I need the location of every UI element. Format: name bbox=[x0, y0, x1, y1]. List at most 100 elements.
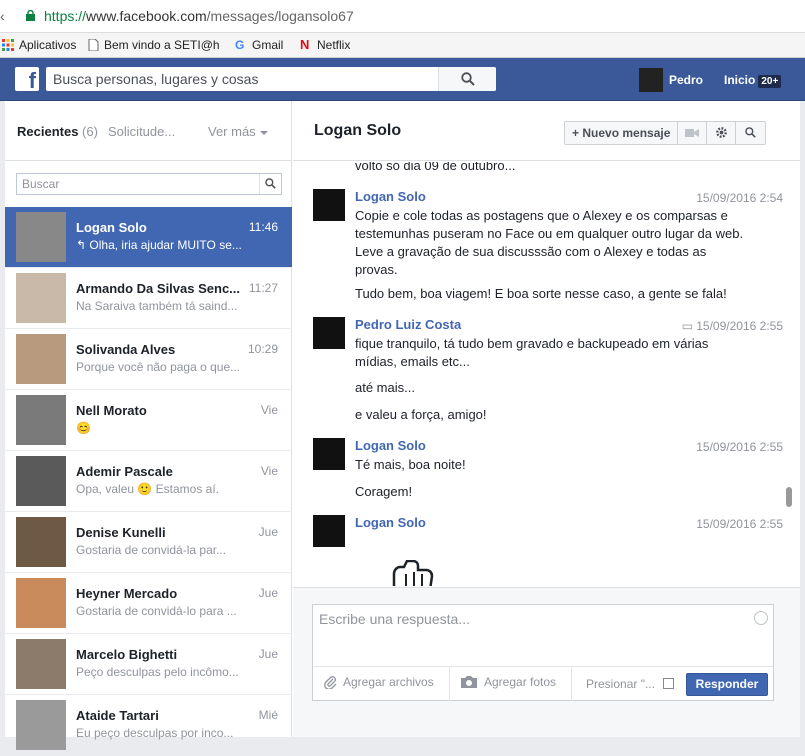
conversation-header: Logan Solo + Nuevo mensaje bbox=[293, 101, 800, 161]
url-text[interactable]: https://www.facebook.com/messages/logans… bbox=[44, 8, 354, 24]
thread-time: Jue bbox=[258, 525, 278, 539]
conversation-title[interactable]: Logan Solo bbox=[314, 122, 401, 140]
message-text: e valeu a força, amigo! bbox=[355, 407, 487, 422]
facebook-header: f Busca personas, lugares y cosas Pedro … bbox=[0, 58, 805, 101]
avatar bbox=[16, 456, 66, 506]
new-message-label: Nuevo mensaje bbox=[582, 126, 671, 140]
thread-item[interactable]: Marcelo Bighetti Jue Peço desculpas pelo… bbox=[5, 634, 292, 695]
url-path: /messages/logansolo67 bbox=[206, 8, 354, 24]
video-camera-icon bbox=[685, 129, 700, 137]
reply-button[interactable]: Responder bbox=[686, 673, 768, 696]
bookmark-label: Aplicativos bbox=[19, 38, 77, 52]
bookmark-netflix[interactable]: N Netflix bbox=[300, 37, 350, 53]
thread-name: Ademir Pascale bbox=[76, 464, 173, 479]
plus-icon: + bbox=[572, 126, 583, 140]
avatar[interactable] bbox=[313, 317, 345, 349]
tab-requests[interactable]: Solicitude... bbox=[108, 124, 175, 139]
sender-name[interactable]: Logan Solo bbox=[355, 515, 426, 530]
emoji-icon[interactable] bbox=[754, 611, 768, 625]
divider bbox=[449, 667, 450, 701]
thread-item[interactable]: Logan Solo 11:46 ↰ Olha, iria ajudar MUI… bbox=[5, 207, 292, 268]
lock-icon bbox=[26, 10, 35, 21]
camera-icon bbox=[461, 676, 477, 688]
page-icon bbox=[88, 39, 99, 51]
thread-snippet: Eu peço desculpas por inco... bbox=[76, 726, 234, 740]
search-icon bbox=[265, 178, 276, 189]
browser-address-bar[interactable]: ‹ https://www.facebook.com/messages/loga… bbox=[0, 0, 805, 33]
bookmark-seti[interactable]: Bem vindo a SETI@hc bbox=[87, 37, 220, 53]
global-search-input[interactable]: Busca personas, lugares y cosas bbox=[46, 67, 496, 91]
bookmark-gmail[interactable]: G Gmail bbox=[235, 37, 283, 53]
facebook-logo[interactable]: f bbox=[15, 67, 39, 91]
sender-name[interactable]: Pedro Luiz Costa bbox=[355, 317, 461, 332]
thread-snippet: Gostaria de convidá-la par... bbox=[76, 543, 227, 557]
video-call-button[interactable] bbox=[678, 122, 708, 144]
avatar bbox=[16, 578, 66, 628]
profile-link[interactable]: Pedro bbox=[639, 68, 703, 92]
tab-recent-count: (6) bbox=[82, 124, 98, 139]
thread-time: 10:29 bbox=[247, 342, 278, 356]
thread-item[interactable]: Nell Morato Vie 😊 bbox=[5, 390, 292, 451]
thread-tabs: Recientes (6) Solicitude... Ver más bbox=[5, 101, 291, 161]
composer-toolbar: Agregar archivos Agregar fotos Presionar… bbox=[313, 666, 773, 701]
message-text: fique tranquilo, tá tudo bem gravado e b… bbox=[355, 336, 709, 369]
tab-more[interactable]: Ver más bbox=[208, 124, 268, 139]
message-timestamp-text: 15/09/2016 2:55 bbox=[696, 319, 783, 333]
message-group: Logan Solo 15/09/2016 2:55 Té mais, boa … bbox=[293, 438, 793, 499]
attach-files-button[interactable]: Agregar archivos bbox=[323, 675, 434, 689]
thread-item[interactable]: Denise Kunelli Jue Gostaria de convidá-l… bbox=[5, 512, 292, 573]
thread-search-input[interactable]: Buscar bbox=[16, 173, 282, 195]
avatar[interactable] bbox=[313, 438, 345, 470]
avatar bbox=[639, 68, 663, 92]
message-text: Tudo bem, boa viagem! E boa sorte nesse … bbox=[355, 286, 727, 301]
reply-input[interactable]: Escribe una respuesta... bbox=[319, 611, 470, 627]
message-list: volto só dia 09 de outubro... Logan Solo… bbox=[293, 162, 800, 586]
thread-item[interactable]: Armando Da Silvas Senc... 11:27 Na Sarai… bbox=[5, 268, 292, 329]
divider bbox=[571, 667, 572, 701]
chevron-down-icon bbox=[259, 130, 268, 135]
back-arrow-icon[interactable]: ‹ bbox=[0, 8, 10, 24]
avatar[interactable] bbox=[313, 515, 345, 547]
thread-search-button[interactable] bbox=[259, 174, 281, 194]
message-timestamp: 15/09/2016 2:54 bbox=[696, 191, 783, 205]
thread-snippet: Na Saraiva também tá saind... bbox=[76, 299, 238, 313]
sender-name[interactable]: Logan Solo bbox=[355, 438, 426, 453]
thread-item[interactable]: Ataide Tartari Mié Eu peço desculpas por… bbox=[5, 695, 292, 756]
avatar bbox=[16, 517, 66, 567]
thread-item[interactable]: Solivanda Alves 10:29 Porque você não pa… bbox=[5, 329, 292, 390]
url-protocol: https:// bbox=[44, 8, 87, 24]
thread-item[interactable]: Ademir Pascale Vie Opa, valeu 🙂 Estamos … bbox=[5, 451, 292, 512]
avatar[interactable] bbox=[313, 189, 345, 221]
bookmark-apps[interactable]: Aplicativos bbox=[2, 37, 76, 53]
thread-item[interactable]: Heyner Mercado Jue Gostaria de convidá-l… bbox=[5, 573, 292, 634]
message-text: até mais... bbox=[355, 380, 415, 395]
thread-snippet: Gostaria de convidá-lo para ... bbox=[76, 604, 237, 618]
message-timestamp: ▭ 15/09/2016 2:55 bbox=[682, 319, 783, 333]
search-button[interactable] bbox=[438, 67, 496, 91]
bookmark-label: Gmail bbox=[252, 38, 284, 52]
messenger-panel: Recientes (6) Solicitude... Ver más Busc… bbox=[5, 101, 800, 756]
scrollbar-thumb[interactable] bbox=[786, 487, 792, 507]
search-icon bbox=[745, 127, 757, 138]
thread-time: Jue bbox=[258, 647, 278, 661]
tab-recent[interactable]: Recientes (6) bbox=[17, 124, 98, 139]
press-enter-checkbox[interactable] bbox=[663, 678, 674, 689]
thread-name: Denise Kunelli bbox=[76, 525, 166, 540]
sender-name[interactable]: Logan Solo bbox=[355, 189, 426, 204]
home-link[interactable]: Inicio 20+ bbox=[724, 73, 782, 88]
attach-photos-label: Agregar fotos bbox=[484, 675, 557, 689]
thread-search-placeholder: Buscar bbox=[22, 177, 60, 191]
thumbs-up-sticker-icon bbox=[392, 560, 434, 586]
thread-list: Logan Solo 11:46 ↰ Olha, iria ajudar MUI… bbox=[5, 207, 292, 756]
new-message-button[interactable]: + Nuevo mensaje bbox=[565, 122, 679, 144]
message-group: Pedro Luiz Costa ▭ 15/09/2016 2:55 fique… bbox=[293, 317, 793, 427]
bookmark-label: Bem vindo a SETI@hc bbox=[104, 38, 220, 52]
settings-button[interactable] bbox=[707, 122, 737, 144]
paperclip-icon bbox=[324, 676, 337, 689]
conversation-toolbar: + Nuevo mensaje bbox=[564, 121, 767, 145]
thread-snippet: Porque você não paga o que... bbox=[76, 360, 241, 374]
conversation-panel: Logan Solo + Nuevo mensaje volto só dia … bbox=[293, 101, 800, 737]
thread-name: Marcelo Bighetti bbox=[76, 647, 178, 662]
conversation-search-button[interactable] bbox=[736, 122, 765, 144]
attach-photos-button[interactable]: Agregar fotos bbox=[460, 675, 556, 689]
